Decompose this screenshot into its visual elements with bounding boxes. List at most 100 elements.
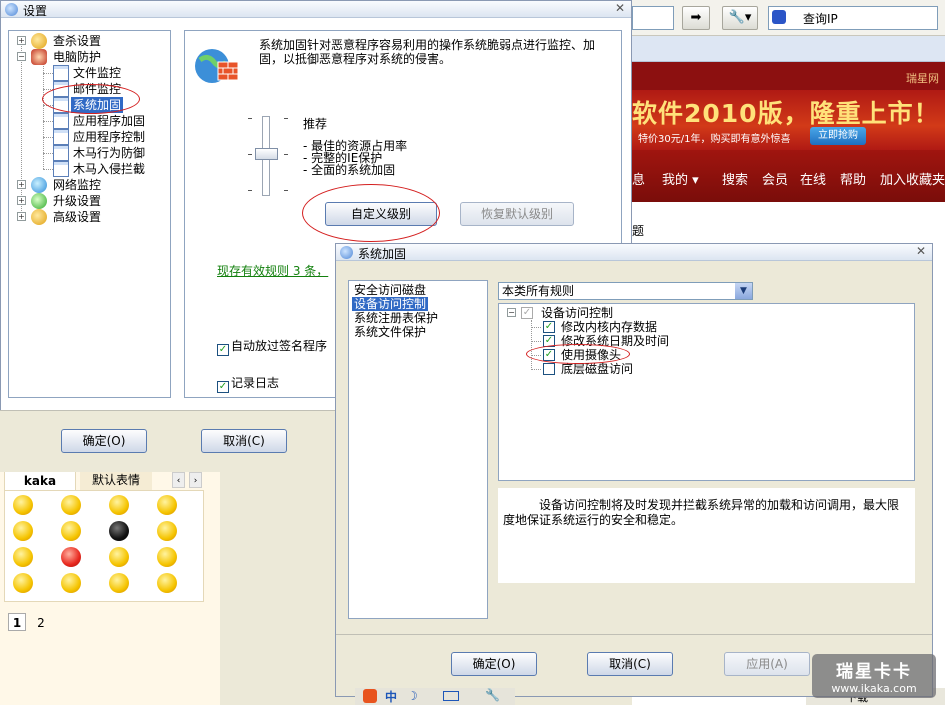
angry-emoticon-icon[interactable] [61, 495, 81, 515]
settings-ok-button[interactable]: 确定(O) [61, 429, 147, 453]
buy-now-button[interactable]: 立即抢购 [810, 127, 866, 145]
tree-item-network-monitor[interactable]: + 网络监控 [9, 177, 169, 193]
tools-button[interactable]: 🔧▾ [722, 6, 758, 30]
sogou-icon[interactable] [363, 689, 377, 703]
tree-item-app-hardening[interactable]: 应用程序加固 [9, 113, 169, 129]
wink-emoticon-icon[interactable] [61, 521, 81, 541]
expand-icon[interactable]: + [17, 196, 26, 205]
promo-banner[interactable]: 软件2010版，隆重上市！ 特价30元/1年，购买即有意外惊喜 立即抢购 [632, 90, 945, 150]
protection-level-slider-thumb[interactable] [255, 148, 278, 160]
tree-item-file-monitor[interactable]: 文件监控 [9, 65, 169, 81]
arrow-right-icon: ➡ [690, 10, 702, 25]
shy-emoticon-icon[interactable] [157, 521, 177, 541]
cry-emoticon-icon[interactable] [61, 573, 81, 593]
dialog-apply-button[interactable]: 应用(A) [724, 652, 810, 676]
watermark-logo: 瑞星卡卡 www.ikaka.com [812, 654, 936, 698]
smile-emoticon-icon[interactable] [13, 495, 33, 515]
tongue-emoticon-icon[interactable] [157, 573, 177, 593]
page-2-button[interactable]: 2 [32, 614, 50, 632]
checkmark-icon: ✓ [217, 344, 229, 356]
cool-emoticon-icon[interactable] [13, 547, 33, 567]
checkmark-icon[interactable]: ✓ [521, 307, 533, 319]
tab-kaka[interactable]: kaka [4, 470, 76, 490]
tree-item-upgrade-settings[interactable]: + 升级设置 [9, 193, 169, 209]
next-icon[interactable]: › [189, 472, 202, 488]
question-emoticon-icon[interactable] [109, 547, 129, 567]
document-icon [53, 161, 69, 177]
tab-default-emoticons[interactable]: 默认表情 [80, 470, 152, 490]
tree-item-trojan-intercept[interactable]: 木马入侵拦截 [9, 161, 169, 177]
expand-icon[interactable]: + [17, 180, 26, 189]
rule-filter-select[interactable]: 本类所有规则 ▼ [498, 282, 753, 300]
love-emoticon-icon[interactable] [109, 573, 129, 593]
search-box[interactable]: 查询IP [768, 6, 938, 30]
prev-icon[interactable]: ‹ [172, 472, 185, 488]
category-registry-protection[interactable]: 系统注册表保护 [354, 311, 438, 325]
category-device-access-control[interactable]: 设备访问控制 [352, 297, 429, 311]
rule-category-list: 安全访问磁盘 设备访问控制 系统注册表保护 系统文件保护 [348, 280, 488, 619]
annotation-circle [526, 344, 630, 364]
tree-label: 应用程序加固 [73, 114, 146, 128]
tree-connector [531, 327, 541, 328]
slider-tick [248, 190, 252, 191]
settings-cancel-button[interactable]: 取消(C) [201, 429, 287, 453]
search-input[interactable]: 查询IP [803, 10, 838, 27]
dialog-titlebar[interactable]: 系统加固 ✕ [336, 244, 932, 261]
category-system-file-protection[interactable]: 系统文件保护 [354, 325, 426, 339]
category-safe-disk-access[interactable]: 安全访问磁盘 [354, 283, 426, 297]
log-record-checkbox[interactable]: ✓ 记录日志 [217, 374, 279, 393]
nav-item-mine[interactable]: 我的 ▾ [662, 169, 699, 188]
close-icon[interactable]: ✕ [615, 1, 625, 15]
auto-allow-signed-checkbox[interactable]: ✓ 自动放过签名程序 [217, 337, 327, 356]
tree-item-advanced-settings[interactable]: + 高级设置 [9, 209, 169, 225]
collapse-icon[interactable]: − [17, 52, 26, 61]
tree-label: 查杀设置 [53, 34, 102, 48]
dialog-ok-button[interactable]: 确定(O) [451, 652, 537, 676]
nav-item-help[interactable]: 帮助 [840, 169, 866, 188]
expand-icon[interactable]: + [17, 212, 26, 221]
shadow-emoticon-icon[interactable] [109, 521, 129, 541]
slider-tick [284, 154, 288, 155]
address-bar[interactable] [632, 6, 674, 30]
restore-default-button[interactable]: 恢复默认级别 [460, 202, 574, 226]
slider-tick [248, 118, 252, 119]
keyboard-icon[interactable] [443, 691, 459, 701]
close-icon[interactable]: ✕ [916, 244, 926, 258]
nav-item-member[interactable]: 会员 [762, 169, 788, 188]
empty-checkbox-icon[interactable] [543, 363, 555, 375]
rule-description: 设备访问控制将及时发现并拦截系统异常的加载和访问调用，最大限度地保证系统运行的安… [498, 488, 915, 583]
tree-item-trojan-defense[interactable]: 木马行为防御 [9, 145, 169, 161]
tree-item-pc-protection[interactable]: − 电脑防护 [9, 49, 169, 65]
slider-tick [284, 118, 288, 119]
dialog-cancel-button[interactable]: 取消(C) [587, 652, 673, 676]
laugh-emoticon-icon[interactable] [13, 521, 33, 541]
browser-tab-strip [632, 36, 945, 62]
wrench-icon[interactable]: 🔧 [485, 688, 500, 702]
moon-icon[interactable]: ☽ [407, 689, 418, 703]
firewall-globe-icon [195, 49, 239, 83]
tree-label: 电脑防护 [53, 50, 102, 64]
page-1-button[interactable]: 1 [8, 613, 26, 631]
grin-emoticon-icon[interactable] [157, 547, 177, 567]
nav-item[interactable]: 息 [632, 169, 645, 188]
active-rules-link[interactable]: 现存有效规则 3 条， [217, 262, 328, 279]
nav-item-search[interactable]: 搜索 [722, 169, 748, 188]
ime-mode-label[interactable]: 中 [385, 688, 397, 705]
collapse-icon[interactable]: − [507, 308, 516, 317]
go-button[interactable]: ➡ [682, 6, 710, 30]
slider-tick [284, 190, 288, 191]
nav-item-favorite[interactable]: 加入收藏夹 [880, 169, 945, 188]
banner-title: 软件2010版，隆重上市！ [632, 99, 940, 128]
chevron-down-icon[interactable]: ▼ [735, 283, 752, 299]
expand-icon[interactable]: + [17, 36, 26, 45]
surprise-emoticon-icon[interactable] [157, 495, 177, 515]
tree-connector [531, 369, 541, 370]
tree-item-virus-settings[interactable]: + 查杀设置 [9, 33, 169, 49]
tree-item-app-control[interactable]: 应用程序控制 [9, 129, 169, 145]
think-emoticon-icon[interactable] [109, 495, 129, 515]
sleepy-emoticon-icon[interactable] [13, 573, 33, 593]
mad-emoticon-icon[interactable] [61, 547, 81, 567]
settings-titlebar[interactable]: 设置 ✕ [1, 1, 631, 18]
nav-item-online[interactable]: 在线 [800, 169, 826, 188]
checkmark-icon[interactable]: ✓ [543, 321, 555, 333]
